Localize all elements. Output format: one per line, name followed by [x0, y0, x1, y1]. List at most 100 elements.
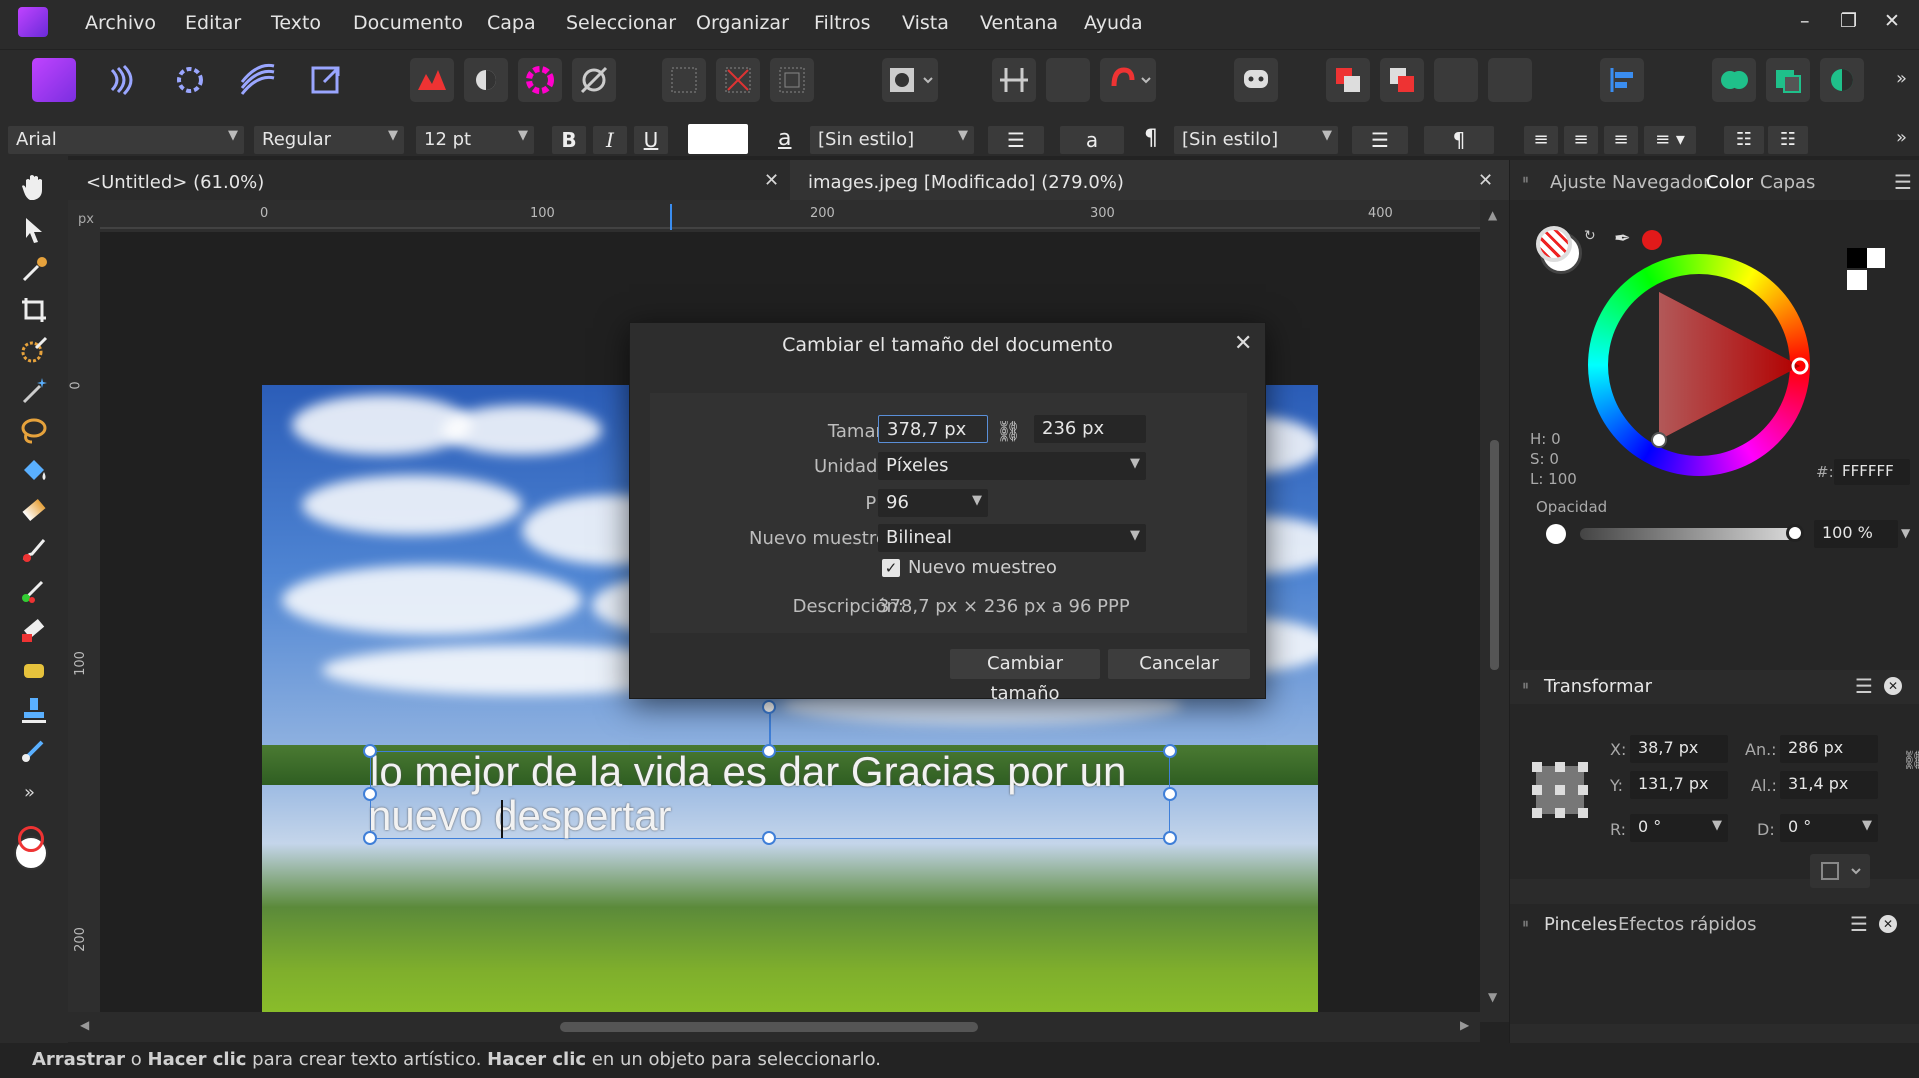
- tab-untitled[interactable]: <Untitled> (61.0%): [68, 160, 790, 200]
- resize-handle[interactable]: [363, 831, 377, 845]
- text-fill-swatch[interactable]: [688, 124, 748, 154]
- menu-filtros[interactable]: Filtros: [814, 12, 870, 34]
- opacity-slider[interactable]: [1580, 528, 1800, 540]
- bold-button[interactable]: B: [552, 126, 586, 154]
- transform-title[interactable]: Transformar: [1544, 676, 1652, 697]
- color-triangle[interactable]: [1588, 254, 1810, 476]
- resize-confirm-button[interactable]: Cambiar tamaño: [950, 649, 1100, 704]
- y-input[interactable]: 131,7 px: [1630, 771, 1728, 799]
- vertical-scroll-thumb[interactable]: [1490, 440, 1499, 670]
- character-style-icon[interactable]: a: [778, 126, 791, 151]
- chevron-down-icon[interactable]: ▼: [1901, 526, 1910, 540]
- resize-handle[interactable]: [1163, 787, 1177, 801]
- justify-text-icon[interactable]: ≡ ▾: [1644, 126, 1696, 154]
- move-to-back-icon[interactable]: [1488, 58, 1532, 102]
- context-overflow-icon[interactable]: »: [1896, 127, 1907, 148]
- resample-checkbox[interactable]: ✓: [882, 559, 900, 577]
- snapping-icon[interactable]: [992, 58, 1036, 102]
- scroll-down-icon[interactable]: ▼: [1488, 990, 1497, 1004]
- rotation-handle[interactable]: [762, 700, 776, 714]
- artistic-text-line-1[interactable]: lo mejor de la vida es dar Gracias por u…: [370, 748, 1126, 796]
- panel-menu-icon[interactable]: ☰: [1850, 912, 1868, 936]
- transform-width-input[interactable]: 286 px: [1780, 735, 1878, 763]
- align-text-left-icon[interactable]: ≡: [1524, 126, 1558, 154]
- brightness-icon[interactable]: [464, 58, 508, 102]
- cancel-button[interactable]: Cancelar: [1108, 649, 1250, 679]
- color-stroke-circle[interactable]: [1536, 226, 1572, 262]
- panel-grip-icon[interactable]: ⏸: [1522, 916, 1529, 932]
- color-wheel-icon[interactable]: [518, 58, 562, 102]
- resize-handle[interactable]: [363, 744, 377, 758]
- paragraph-style-select[interactable]: [Sin estilo] ▼: [1174, 126, 1338, 154]
- resize-handle[interactable]: [363, 787, 377, 801]
- height-input[interactable]: 236 px: [1034, 415, 1146, 443]
- menu-ayuda[interactable]: Ayuda: [1084, 12, 1143, 34]
- close-window-icon[interactable]: ✕: [1884, 10, 1900, 32]
- share-persona-icon[interactable]: [304, 58, 348, 102]
- minimize-icon[interactable]: –: [1800, 10, 1810, 32]
- select-all-icon[interactable]: [662, 58, 706, 102]
- align-text-center-icon[interactable]: ≡: [1564, 126, 1598, 154]
- resize-handle[interactable]: [1163, 831, 1177, 845]
- secondary-color-swatch[interactable]: [1847, 248, 1867, 268]
- font-style-select[interactable]: Regular ▼: [254, 126, 404, 154]
- deselect-icon[interactable]: [716, 58, 760, 102]
- rotation-input[interactable]: 0 ° ▼: [1630, 814, 1728, 842]
- resize-handle[interactable]: [762, 744, 776, 758]
- character-panel-button[interactable]: a: [1060, 126, 1124, 154]
- bullet-list-icon[interactable]: ☷: [1724, 126, 1764, 154]
- boolean-add-icon[interactable]: [1712, 58, 1756, 102]
- boolean-subtract-icon[interactable]: [1766, 58, 1810, 102]
- eraser-tool-icon[interactable]: [18, 614, 50, 646]
- underline-button[interactable]: U: [634, 126, 668, 154]
- panel-grip-icon[interactable]: ⏸: [1522, 172, 1529, 188]
- italic-button[interactable]: I: [593, 126, 627, 154]
- selection-brush-icon[interactable]: [18, 334, 50, 366]
- boolean-intersect-icon[interactable]: [1820, 58, 1864, 102]
- levels-icon[interactable]: [410, 58, 454, 102]
- restore-icon[interactable]: ❐: [1840, 10, 1857, 32]
- scroll-up-icon[interactable]: ▲: [1488, 208, 1497, 222]
- transform-origin-button[interactable]: [1810, 854, 1870, 888]
- font-size-select[interactable]: 12 pt ▼: [416, 126, 534, 154]
- resize-handle[interactable]: [1163, 744, 1177, 758]
- panel-menu-icon[interactable]: ☰: [1894, 170, 1912, 194]
- tab-ajuste[interactable]: Ajuste: [1550, 172, 1606, 193]
- close-panel-icon[interactable]: ✕: [1879, 915, 1897, 933]
- menu-archivo[interactable]: Archivo: [85, 12, 156, 34]
- menu-editar[interactable]: Editar: [185, 12, 241, 34]
- resize-handle[interactable]: [762, 831, 776, 845]
- menu-ventana[interactable]: Ventana: [980, 12, 1058, 34]
- anchor-point-icon[interactable]: [1530, 760, 1590, 820]
- scroll-right-icon[interactable]: ▶: [1460, 1018, 1469, 1032]
- link-icon[interactable]: ⛓: [996, 419, 1021, 443]
- paint-brush-icon[interactable]: [18, 534, 50, 566]
- stroke-swatch-icon[interactable]: [18, 826, 44, 852]
- magnet-icon[interactable]: [1100, 58, 1156, 102]
- horizontal-scroll-thumb[interactable]: [560, 1022, 978, 1032]
- menu-seleccionar[interactable]: Seleccionar: [566, 12, 676, 34]
- menu-organizar[interactable]: Organizar: [696, 12, 789, 34]
- quick-mask-icon[interactable]: [882, 58, 938, 102]
- freehand-selection-icon[interactable]: [18, 414, 50, 446]
- hex-input[interactable]: FFFFFF: [1834, 459, 1910, 485]
- panel-menu-icon[interactable]: ☰: [1855, 674, 1873, 698]
- designer-persona-icon[interactable]: [32, 58, 76, 102]
- shear-input[interactable]: 0 ° ▼: [1780, 814, 1878, 842]
- invert-selection-icon[interactable]: [770, 58, 814, 102]
- crop-tool-icon[interactable]: [18, 294, 50, 326]
- tab-capas[interactable]: Capas: [1760, 172, 1815, 193]
- paragraph-panel-button[interactable]: ¶: [1424, 126, 1494, 154]
- vertical-scrollbar[interactable]: ▲ ▼: [1480, 200, 1509, 1022]
- pixel-persona-icon[interactable]: [100, 58, 144, 102]
- width-input[interactable]: 378,7 px: [878, 415, 988, 443]
- artistic-text-line-2[interactable]: nuevo despertar: [368, 792, 672, 840]
- export-persona-icon[interactable]: [168, 58, 212, 102]
- opacity-input[interactable]: 100 %: [1814, 520, 1898, 548]
- flood-fill-icon[interactable]: [18, 454, 50, 486]
- picked-color-swatch[interactable]: [1642, 230, 1662, 250]
- sponge-tool-icon[interactable]: [18, 654, 50, 686]
- default-color-swatch[interactable]: [1847, 270, 1867, 290]
- close-tab-icon[interactable]: ✕: [1478, 170, 1493, 191]
- color-picker-tool-icon[interactable]: [18, 254, 50, 286]
